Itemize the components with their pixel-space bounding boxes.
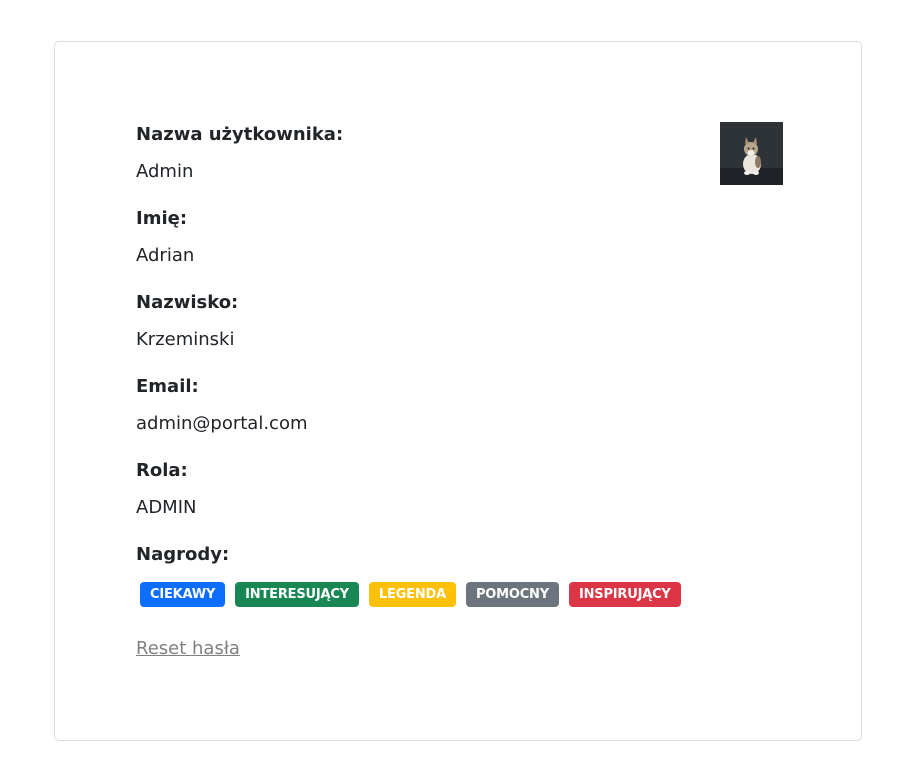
award-badge: INTERESUJĄCY xyxy=(235,582,359,607)
field-email-label: Email: xyxy=(136,376,199,397)
profile-card: Nazwa użytkownika: Admin Imię: Adrian Na… xyxy=(54,41,862,741)
field-username-value: Admin xyxy=(136,161,194,182)
awards-label: Nagrody: xyxy=(136,544,230,565)
field-email: Email: admin@portal.com xyxy=(136,376,736,460)
field-role: Rola: ADMIN xyxy=(136,460,736,544)
field-role-value: ADMIN xyxy=(136,497,197,518)
cat-photo-icon xyxy=(720,122,783,185)
field-email-value: admin@portal.com xyxy=(136,413,308,434)
field-last-name-label: Nazwisko: xyxy=(136,292,239,313)
field-first-name-value: Adrian xyxy=(136,245,195,266)
field-last-name-value: Krzeminski xyxy=(136,329,235,350)
reset-password-link[interactable]: Reset hasła xyxy=(136,638,240,659)
field-username: Nazwa użytkownika: Admin xyxy=(136,124,736,208)
field-first-name-label: Imię: xyxy=(136,208,188,229)
award-badge: LEGENDA xyxy=(368,582,456,607)
avatar xyxy=(720,122,783,185)
field-username-label: Nazwa użytkownika: xyxy=(136,124,344,145)
field-last-name: Nazwisko: Krzeminski xyxy=(136,292,736,376)
field-first-name: Imię: Adrian xyxy=(136,208,736,292)
profile-details: Nazwa użytkownika: Admin Imię: Adrian Na… xyxy=(136,124,736,659)
awards-section: Nagrody: CIEKAWY INTERESUJĄCY LEGENDA PO… xyxy=(136,544,736,607)
field-role-label: Rola: xyxy=(136,460,188,481)
award-badge: CIEKAWY xyxy=(140,582,226,607)
award-badge: INSPIRUJĄCY xyxy=(568,582,681,607)
awards-badges: CIEKAWY INTERESUJĄCY LEGENDA POMOCNY INS… xyxy=(136,582,736,607)
award-badge: POMOCNY xyxy=(465,582,559,607)
